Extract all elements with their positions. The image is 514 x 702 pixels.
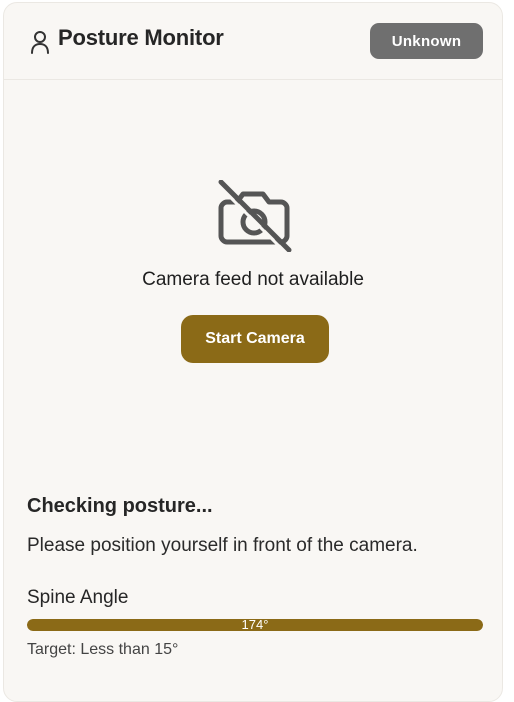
spine-angle-value: 174° <box>241 619 269 631</box>
header: Posture Monitor Unknown <box>4 3 502 80</box>
camera-off-icon <box>217 180 292 252</box>
posture-instruction: Please position yourself in front of the… <box>27 535 418 556</box>
spine-angle-target: Target: Less than 15° <box>27 641 179 658</box>
camera-status-message: Camera feed not available <box>142 269 364 290</box>
camera-feed-area: Camera feed not available Start Camera <box>4 80 502 480</box>
start-camera-button[interactable]: Start Camera <box>181 315 329 363</box>
posture-status-heading: Checking posture... <box>27 495 213 517</box>
spine-angle-label: Spine Angle <box>27 587 129 608</box>
spine-angle-bar: 174° <box>27 619 483 631</box>
page-title: Posture Monitor <box>58 25 224 50</box>
status-badge: Unknown <box>370 23 483 59</box>
posture-monitor-card: Posture Monitor Unknown Camera feed not … <box>3 2 503 702</box>
user-icon <box>31 31 49 54</box>
